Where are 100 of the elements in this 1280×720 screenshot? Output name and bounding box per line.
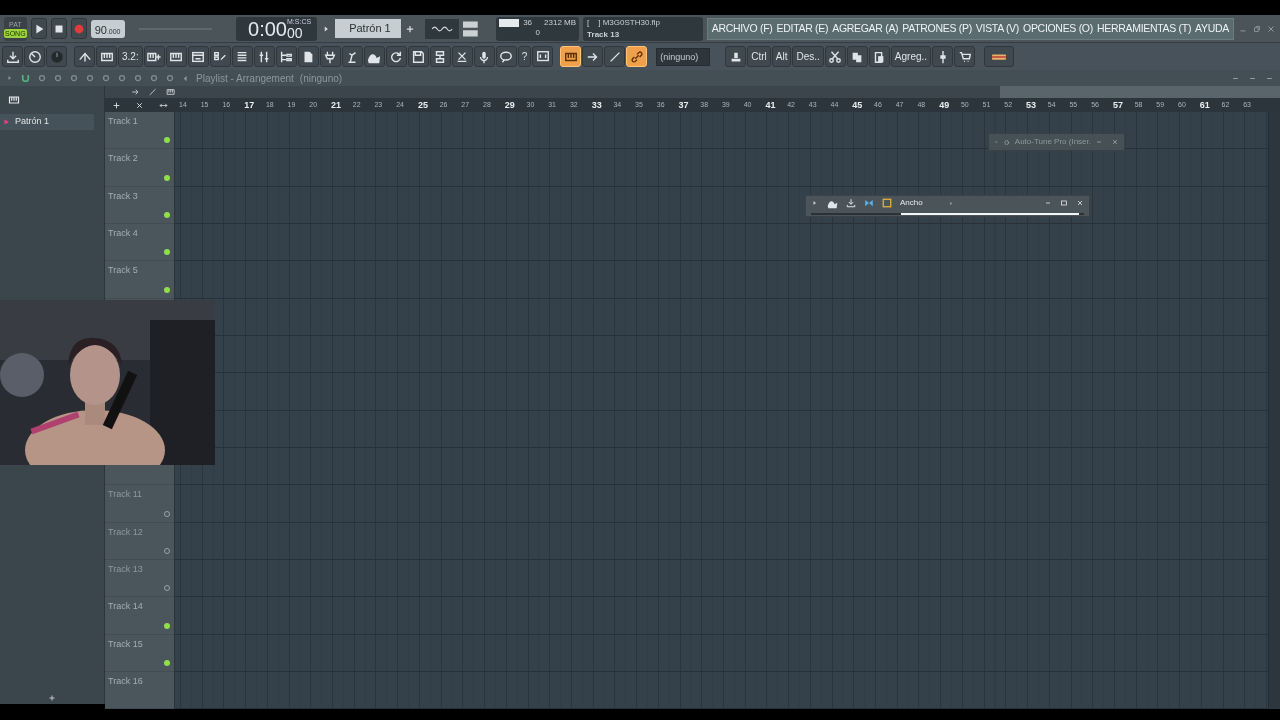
tool-window[interactable]: Ancho — [805, 195, 1090, 217]
square-icon — [882, 198, 892, 208]
playlist-target[interactable]: (ninguno) — [299, 70, 343, 86]
cpu-reading: 36 — [523, 17, 533, 28]
window-button[interactable] — [187, 46, 209, 67]
menu-item[interactable]: AYUDA — [1193, 20, 1231, 37]
menu-item[interactable]: PATRONES (P) — [900, 20, 974, 37]
flag-button[interactable] — [984, 46, 1015, 67]
copy-button[interactable] — [846, 46, 868, 67]
save-icon — [411, 49, 426, 64]
track-header[interactable]: Track 4 — [105, 224, 174, 262]
bar-number: 53 — [1025, 99, 1038, 112]
lamp-button[interactable] — [341, 46, 363, 67]
time-display: 0:00 — [248, 17, 287, 40]
download-button[interactable] — [2, 46, 23, 67]
bar-number: 29 — [503, 99, 516, 112]
menu-item[interactable]: ARCHIVO (F) — [709, 20, 775, 37]
plug-button[interactable] — [319, 46, 341, 67]
stop-button[interactable] — [50, 18, 67, 39]
list-button[interactable] — [231, 46, 253, 67]
menu-item[interactable]: OPCIONES (O) — [1021, 20, 1095, 37]
bar-number: 37 — [677, 99, 690, 112]
mixer-button[interactable] — [253, 46, 275, 67]
keys-button[interactable] — [165, 46, 187, 67]
plus-icon — [112, 100, 122, 110]
bar-number: 61 — [1198, 99, 1211, 112]
time-centiseconds: 00 — [287, 25, 304, 40]
track-mute-switch[interactable] — [164, 622, 170, 629]
microphone-button[interactable] — [473, 46, 495, 67]
track-mute-switch[interactable] — [164, 212, 170, 218]
cart-icon — [957, 49, 972, 64]
track-header[interactable]: Track 3 — [105, 186, 174, 224]
resize-icon — [158, 100, 168, 110]
track-header[interactable]: Track 11 — [105, 485, 174, 523]
toolbar-button[interactable]: ? — [517, 46, 532, 67]
resize-icon — [131, 87, 141, 97]
keys-button[interactable] — [96, 46, 117, 67]
split-button[interactable] — [429, 46, 451, 67]
menu-item[interactable]: EDITAR (E) — [774, 20, 831, 37]
chevron-button[interactable] — [74, 46, 95, 67]
speech-bubble-icon — [499, 49, 514, 64]
play-icon — [948, 199, 955, 207]
track-header[interactable]: Track 13 — [105, 559, 174, 598]
track-mute-switch[interactable] — [164, 659, 170, 666]
keys-plus-button[interactable] — [143, 46, 165, 67]
pattern-field[interactable]: (ninguno) — [656, 47, 711, 66]
slider-button[interactable] — [932, 46, 954, 67]
track-header[interactable]: Track 15 — [105, 634, 174, 672]
toolbar-button[interactable]: Alt — [771, 46, 792, 67]
tree-button[interactable] — [275, 46, 297, 67]
track-header[interactable]: Track 5 — [105, 261, 174, 299]
link-button[interactable] — [626, 46, 648, 67]
track-header[interactable]: Track 12 — [105, 522, 174, 560]
play-button[interactable] — [30, 18, 47, 39]
speech-bubble-button[interactable] — [495, 46, 517, 67]
download-icon — [846, 198, 856, 208]
menu-item[interactable]: VISTA (V) — [973, 20, 1022, 37]
track-mute-switch[interactable] — [164, 174, 170, 181]
stamp-button[interactable] — [725, 46, 747, 67]
menu-item[interactable]: AGREGAR (A) — [830, 20, 901, 37]
steps-button[interactable] — [209, 46, 231, 67]
arrow-button[interactable] — [582, 46, 604, 67]
bar-number: 49 — [938, 99, 951, 112]
knob-button[interactable] — [24, 46, 45, 67]
refresh-button[interactable] — [385, 46, 407, 67]
menu-item[interactable]: HERRAMIENTAS (T) — [1094, 20, 1194, 37]
track-mute-switch[interactable] — [164, 286, 170, 293]
plus-icon — [405, 23, 416, 34]
keys-icon — [8, 94, 20, 106]
track-mute-switch[interactable] — [164, 137, 170, 144]
toolbar-button[interactable]: 3.2: — [118, 46, 143, 67]
cart-button[interactable] — [954, 46, 976, 67]
track-header[interactable]: Track 1 — [105, 112, 174, 150]
toolbar-button[interactable]: Agreg.. — [890, 46, 932, 67]
track-mute-switch[interactable] — [164, 249, 170, 256]
pattern-selector[interactable]: Patrón 1 — [335, 19, 402, 38]
download-icon — [5, 49, 20, 64]
save-button[interactable] — [407, 46, 429, 67]
playlist-title: Playlist - Arrangement — [196, 71, 294, 86]
plug-icon — [323, 49, 338, 64]
browser-item[interactable]: Patrón 1 — [0, 114, 94, 130]
minimize-icon — [1044, 199, 1052, 207]
toolbar-button[interactable]: Ctrl — [747, 46, 771, 67]
bar-number: 17 — [243, 99, 256, 112]
horizontal-scrollbar[interactable] — [1000, 86, 1280, 98]
panel-button[interactable] — [532, 46, 554, 67]
paste-button[interactable] — [868, 46, 890, 67]
toolbar-button[interactable]: Des.. — [792, 46, 824, 67]
cut-button[interactable] — [451, 46, 473, 67]
document-button[interactable] — [297, 46, 319, 67]
maximize-icon — [1060, 199, 1068, 207]
plugin-window[interactable]: Auto-Tune Pro (Inser. — [988, 133, 1125, 151]
hint-message: Track 13 — [587, 28, 620, 41]
refresh-icon — [389, 49, 404, 64]
track-header[interactable]: Track 2 — [105, 149, 174, 187]
scissors-button[interactable] — [824, 46, 846, 67]
memory-reading: 2312 MB — [544, 17, 577, 28]
vertical-scrollbar[interactable] — [1268, 112, 1280, 710]
track-header[interactable]: Track 14 — [105, 597, 174, 635]
track-header[interactable]: Track 16 — [105, 671, 174, 710]
